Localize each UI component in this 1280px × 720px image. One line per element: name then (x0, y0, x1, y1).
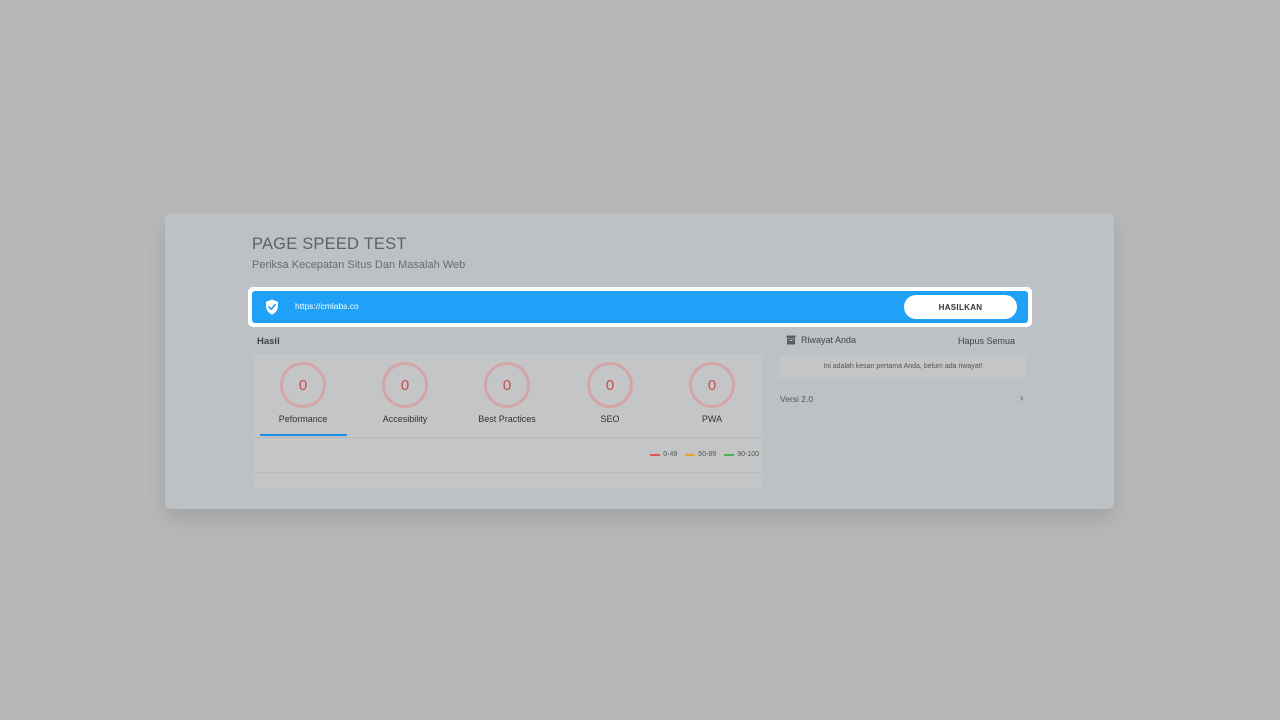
legend-divider (253, 472, 763, 473)
performance-gauge: 0 (280, 362, 326, 408)
url-form: https://cmlabs.co HASILKAN (248, 287, 1032, 327)
archive-icon (786, 335, 796, 345)
tab-accessibility[interactable]: 0 Accesibility (355, 362, 455, 424)
accessibility-label: Accesibility (382, 414, 428, 424)
history-header: Riwayat Anda (786, 335, 856, 345)
shield-check-icon (266, 299, 278, 315)
seo-gauge: 0 (587, 362, 633, 408)
clear-all-button[interactable]: Hapus Semua (958, 336, 1015, 346)
page-subtitle: Periksa Kecepatan Situs Dan Masalah Web (252, 259, 466, 271)
score-legend: 0-49 50-89 90-100 (650, 451, 759, 458)
legend-swatch-low (650, 453, 661, 456)
accessibility-gauge: 0 (382, 362, 428, 408)
active-tab-indicator (260, 434, 347, 436)
seo-label: SEO (600, 414, 620, 424)
history-empty-message: Ini adalah kesan pertama Anda, belum ada… (780, 355, 1026, 379)
legend-label-low: 0-49 (663, 451, 678, 458)
best-practices-label: Best Practices (478, 414, 536, 424)
pwa-label: PWA (701, 414, 723, 424)
legend-swatch-medium (685, 453, 696, 456)
pwa-gauge: 0 (689, 362, 735, 408)
legend-label-medium: 50-89 (698, 451, 717, 458)
legend-item-medium: 50-89 (685, 451, 716, 458)
chevron-right-icon[interactable]: › (1020, 393, 1023, 404)
tab-performance[interactable]: 0 Peformance (253, 362, 353, 424)
history-title: Riwayat Anda (801, 335, 857, 345)
page-title: PAGE SPEED TEST (252, 235, 407, 253)
url-bar: https://cmlabs.co HASILKAN (252, 291, 1028, 323)
legend-swatch-high (724, 453, 735, 456)
best-practices-gauge: 0 (484, 362, 530, 408)
generate-button[interactable]: HASILKAN (904, 295, 1017, 319)
legend-label-high: 90-100 (737, 451, 759, 458)
tab-best-practices[interactable]: 0 Best Practices (457, 362, 557, 424)
results-panel: 0 Peformance 0 Accesibility 0 Best Pract… (253, 354, 763, 489)
url-input[interactable]: https://cmlabs.co (295, 301, 359, 311)
legend-item-low: 0-49 (650, 451, 677, 458)
results-heading: Hasil (257, 336, 280, 347)
legend-item-high: 90-100 (724, 451, 759, 458)
tab-seo[interactable]: 0 SEO (560, 362, 660, 424)
version-label: Versi 2.0 (780, 394, 814, 404)
tabs-divider (253, 437, 763, 438)
tab-pwa[interactable]: 0 PWA (662, 362, 762, 424)
performance-label: Peformance (278, 414, 328, 424)
